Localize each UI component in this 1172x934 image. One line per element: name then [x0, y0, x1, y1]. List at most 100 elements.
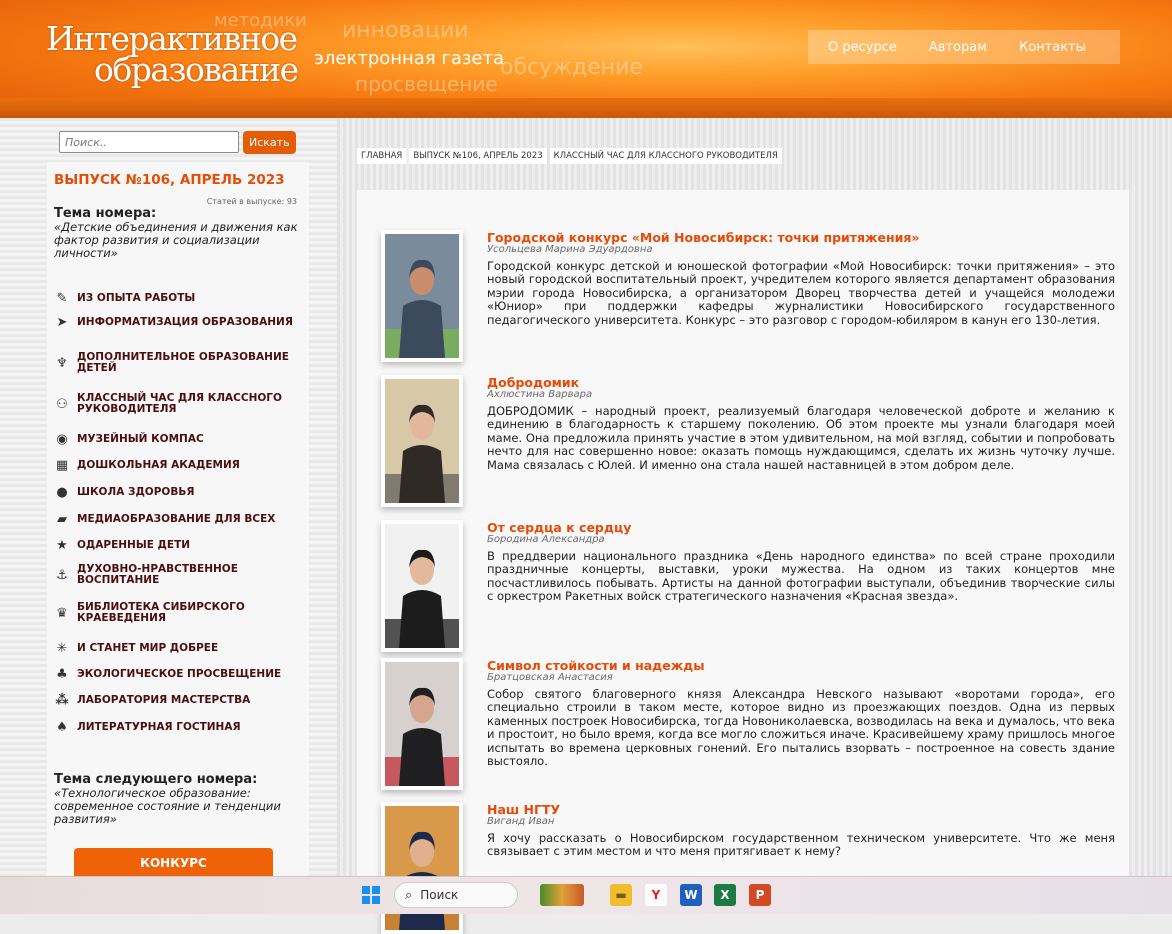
article-photo[interactable]: [381, 802, 463, 934]
header-ghost-word: обсуждение: [500, 55, 643, 80]
category-item[interactable]: ▦ ДОШКОЛЬНАЯ АКАДЕМИЯ: [53, 457, 309, 473]
article-title[interactable]: От сердца к сердцу: [487, 520, 631, 535]
category-label: МУЗЕЙНЫЙ КОМПАС: [77, 432, 204, 445]
snowflake-icon: ✳: [56, 640, 68, 656]
category-label: ДУХОВНО-НРАВСТВЕННОЕ ВОСПИТАНИЕ: [77, 563, 238, 586]
category-item[interactable]: ♛ БИБЛИОТЕКА СИБИРСКОГО КРАЕВЕДЕНИЯ: [53, 602, 309, 624]
category-label: ИНФОРМАТИЗАЦИЯ ОБРАЗОВАНИЯ: [77, 315, 293, 328]
breadcrumb-home[interactable]: ГЛАВНАЯ: [357, 148, 407, 164]
article-title[interactable]: Добродомик: [487, 375, 579, 390]
article-author: Усольцева Марина Эдуардовна: [487, 244, 653, 255]
nav-about-link[interactable]: О ресурсе: [828, 40, 897, 55]
issue-panel: ВЫПУСК №106, АПРЕЛЬ 2023 Статей в выпуск…: [47, 162, 309, 882]
category-label: МЕДИАОБРАЗОВАНИЕ ДЛЯ ВСЕХ: [77, 512, 276, 525]
category-label: ДОШКОЛЬНАЯ АКАДЕМИЯ: [77, 458, 240, 471]
apple-icon: ●: [56, 484, 68, 500]
article-excerpt: В преддверии национального праздника «Де…: [487, 549, 1115, 604]
taskbar-search-label: Поиск: [420, 888, 459, 902]
article-excerpt: Городской конкурс детской и юношеской фо…: [487, 259, 1115, 327]
category-label: ОДАРЕННЫЕ ДЕТИ: [77, 538, 191, 551]
topic-label: Тема номера:: [54, 206, 157, 221]
article-photo[interactable]: [381, 375, 463, 507]
site-tagline: электронная газета: [314, 48, 505, 69]
article-photo[interactable]: [381, 230, 463, 362]
sidebar: Искать ВЫПУСК №106, АПРЕЛЬ 2023 Статей в…: [0, 118, 337, 913]
windows-start-icon[interactable]: [362, 886, 380, 904]
site-logo[interactable]: Интерактивное образование: [46, 22, 299, 89]
category-label: ЭКОЛОГИЧЕСКОЕ ПРОСВЕЩЕНИЕ: [77, 667, 282, 680]
article-excerpt: Я хочу рассказать о Новосибирском госуда…: [487, 831, 1115, 859]
anchor-icon: ⚓: [56, 567, 68, 583]
next-topic-text: «Технологическое образование: современно…: [54, 786, 281, 826]
category-item[interactable]: ● ШКОЛА ЗДОРОВЬЯ: [53, 484, 309, 500]
category-label: БИБЛИОТЕКА СИБИРСКОГО КРАЕВЕДЕНИЯ: [77, 601, 245, 624]
breadcrumb: ГЛАВНАЯ ВЫПУСК №106, АПРЕЛЬ 2023 КЛАССНЫ…: [357, 148, 782, 164]
contest-button[interactable]: КОНКУРС: [74, 848, 273, 877]
category-label: ИЗ ОПЫТА РАБОТЫ: [77, 291, 196, 304]
article-author: Ахлюстина Варвара: [487, 389, 593, 400]
category-item[interactable]: ✳ И СТАНЕТ МИР ДОБРЕЕ: [53, 640, 309, 656]
plant-icon: ♣: [56, 666, 68, 682]
pen-icon: ✎: [56, 290, 68, 306]
logo-line-2: образование: [94, 50, 299, 89]
sparkle-icon: ⁂: [55, 692, 69, 708]
issue-title[interactable]: ВЫПУСК №106, АПРЕЛЬ 2023: [54, 172, 285, 188]
compass-icon: ◉: [56, 431, 68, 447]
os-taskbar: ⌕ Поиск ▬ Y W X P: [0, 876, 1172, 914]
people-icon: ⚇: [56, 396, 68, 412]
search-form: Искать: [59, 131, 296, 154]
breadcrumb-issue[interactable]: ВЫПУСК №106, АПРЕЛЬ 2023: [409, 148, 547, 164]
article-author: Бородина Александра: [487, 534, 605, 545]
topic-text: «Детские объединения и движения как факт…: [54, 220, 298, 260]
category-label: И СТАНЕТ МИР ДОБРЕЕ: [77, 641, 219, 654]
category-item[interactable]: ♣ ЭКОЛОГИЧЕСКОЕ ПРОСВЕЩЕНИЕ: [53, 666, 309, 682]
category-item[interactable]: ♆ ДОПОЛНИТЕЛЬНОЕ ОБРАЗОВАНИЕ ДЕТЕЙ: [53, 352, 309, 374]
category-item[interactable]: ✎ ИЗ ОПЫТА РАБОТЫ: [53, 290, 309, 306]
category-item[interactable]: ➤ ИНФОРМАТИЗАЦИЯ ОБРАЗОВАНИЯ: [53, 314, 309, 330]
file-explorer-icon[interactable]: ▬: [610, 884, 632, 906]
main-content: ГЛАВНАЯ ВЫПУСК №106, АПРЕЛЬ 2023 КЛАССНЫ…: [337, 118, 1172, 934]
category-item[interactable]: ▰ МЕДИАОБРАЗОВАНИЕ ДЛЯ ВСЕХ: [53, 511, 309, 527]
search-input[interactable]: [59, 131, 239, 153]
category-label: ШКОЛА ЗДОРОВЬЯ: [77, 485, 195, 498]
breadcrumb-section[interactable]: КЛАССНЫЙ ЧАС ДЛЯ КЛАССНОГО РУКОВОДИТЕЛЯ: [549, 148, 782, 164]
star-icon: ★: [56, 537, 68, 553]
category-label: ДОПОЛНИТЕЛЬНОЕ ОБРАЗОВАНИЕ ДЕТЕЙ: [77, 351, 289, 374]
category-label: ЛИТЕРАТУРНАЯ ГОСТИНАЯ: [77, 720, 241, 733]
article-title[interactable]: Городской конкурс «Мой Новосибирск: точк…: [487, 230, 919, 245]
widgets-icon[interactable]: [540, 884, 584, 906]
category-item[interactable]: ⁂ ЛАБОРАТОРИЯ МАСТЕРСТВА: [53, 692, 309, 708]
word-icon[interactable]: W: [680, 884, 702, 906]
article-title[interactable]: Наш НГТУ: [487, 802, 560, 817]
article-photo[interactable]: [381, 520, 463, 652]
header-ghost-word: инновации: [342, 18, 469, 43]
category-item[interactable]: ⚇ КЛАССНЫЙ ЧАС ДЛЯ КЛАССНОГО РУКОВОДИТЕЛ…: [53, 393, 309, 415]
category-label: ЛАБОРАТОРИЯ МАСТЕРСТВА: [77, 693, 251, 706]
article-author: Братцовская Анастасия: [487, 672, 613, 683]
category-item[interactable]: ♠ ЛИТЕРАТУРНАЯ ГОСТИНАЯ: [53, 719, 309, 735]
next-topic-label: Тема следующего номера:: [54, 772, 258, 787]
top-nav: О ресурсе Авторам Контакты: [808, 30, 1120, 64]
blocks-icon: ▦: [55, 457, 69, 473]
article-title[interactable]: Символ стойкости и надежды: [487, 658, 705, 673]
search-icon: ⌕: [405, 887, 413, 903]
powerpoint-icon[interactable]: P: [749, 884, 771, 906]
lamp-icon: ♠: [56, 719, 68, 735]
issue-article-count: Статей в выпуске: 93: [206, 197, 297, 206]
article-author: Виганд Иван: [487, 816, 555, 827]
excel-icon[interactable]: X: [714, 884, 736, 906]
camera-icon: ▰: [57, 511, 67, 527]
category-item[interactable]: ★ ОДАРЕННЫЕ ДЕТИ: [53, 537, 309, 553]
category-item[interactable]: ⚓ ДУХОВНО-НРАВСТВЕННОЕ ВОСПИТАНИЕ: [53, 564, 309, 586]
category-item[interactable]: ◉ МУЗЕЙНЫЙ КОМПАС: [53, 431, 309, 447]
nav-authors-link[interactable]: Авторам: [929, 40, 987, 55]
taskbar-search[interactable]: ⌕ Поиск: [394, 882, 518, 908]
search-button[interactable]: Искать: [243, 131, 296, 154]
header-ghost-word: просвещение: [355, 72, 498, 96]
yandex-browser-icon[interactable]: Y: [645, 884, 667, 906]
category-label: КЛАССНЫЙ ЧАС ДЛЯ КЛАССНОГО РУКОВОДИТЕЛЯ: [77, 392, 282, 415]
article-photo[interactable]: [381, 658, 463, 790]
nav-contacts-link[interactable]: Контакты: [1019, 40, 1086, 55]
article-list: Городской конкурс «Мой Новосибирск: точк…: [357, 190, 1129, 934]
site-header: методики инновации обсуждение просвещени…: [0, 0, 1172, 118]
